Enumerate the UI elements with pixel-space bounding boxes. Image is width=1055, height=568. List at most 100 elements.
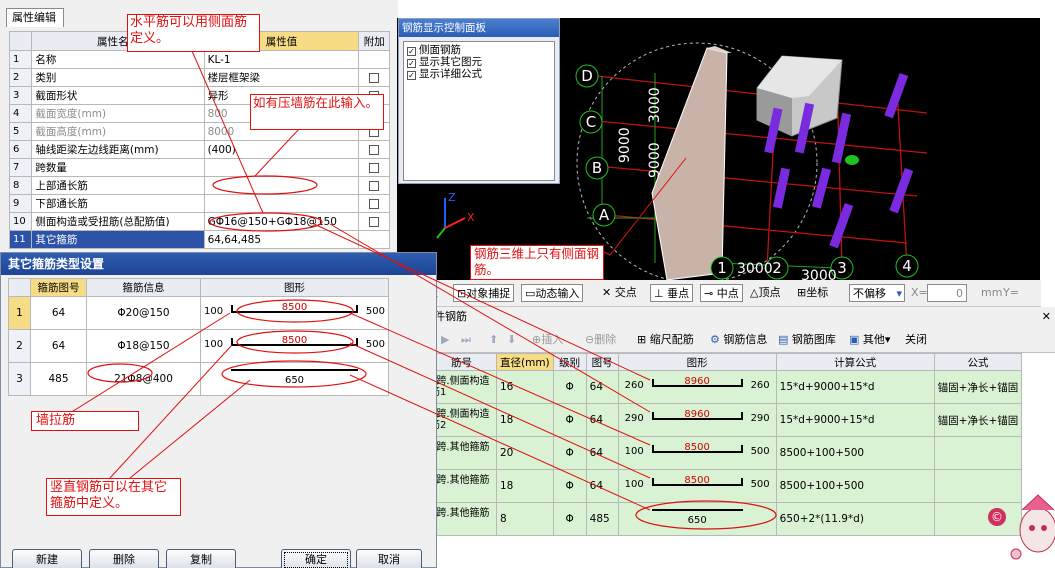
checkbox-icon[interactable]: ✓ <box>407 59 416 68</box>
intersect-button[interactable]: ✕ 交点 <box>602 284 637 302</box>
stirrup-row[interactable]: 2 64 Φ18@150 100 8500 500 <box>8 329 389 363</box>
rebar-diameter[interactable]: 16 <box>496 370 554 404</box>
delete-button[interactable]: 删除 <box>89 549 159 568</box>
stirrup-row[interactable]: 1 64 Φ20@150 100 8500 500 <box>8 296 389 330</box>
rebar-diameter[interactable]: 8 <box>496 502 554 536</box>
property-row[interactable]: 2 类别 楼层框架梁 <box>8 68 390 87</box>
coordinate-button[interactable]: ⊞坐标 <box>797 284 828 302</box>
stirrup-info[interactable]: Φ18@150 <box>86 329 201 363</box>
rebar-code[interactable]: 485 <box>585 502 619 536</box>
rebar-grade[interactable]: Φ <box>552 403 587 437</box>
rebar-code[interactable]: 64 <box>585 436 619 470</box>
property-row[interactable]: 10 侧面构造或受扭筋(总配筋值) GΦ16@150+GΦ18@150 <box>8 212 390 231</box>
ok-button[interactable]: 确定 <box>281 549 351 568</box>
rebar-diameter[interactable]: 18 <box>496 403 554 437</box>
rebar-name[interactable]: 1跨.侧面构造筋1 <box>426 370 497 404</box>
property-value[interactable]: 64,64,485 <box>203 230 360 249</box>
rebar-grade[interactable]: Φ <box>552 469 587 503</box>
perpendicular-button[interactable]: ⊥ 垂点 <box>650 284 694 302</box>
nav-next-icon[interactable]: ▶ <box>441 331 449 349</box>
property-row[interactable]: 11 其它箍筋 64,64,485 <box>8 230 390 249</box>
rebar-formula[interactable]: 650+2*(11.9*d) <box>775 502 935 536</box>
move-up-icon[interactable]: ⬆ <box>489 331 498 349</box>
checkbox-icon[interactable] <box>369 198 380 209</box>
midpoint-button[interactable]: ⊸ 中点 <box>700 284 743 302</box>
checkbox-icon[interactable]: ✓ <box>407 47 416 56</box>
rebar-formula[interactable]: 15*d+9000+15*d <box>775 370 935 404</box>
rebar-grade[interactable]: Φ <box>552 436 587 470</box>
rebar-row[interactable]: 21跨.侧面构造筋218Φ64290896029015*d+9000+15*d锚… <box>398 403 1023 437</box>
rebar-formula-desc[interactable]: 锚固+净长+锚固 <box>933 370 1023 404</box>
rebar-code[interactable]: 64 <box>585 370 619 404</box>
scale-rebar-button[interactable]: ⊞ 缩尺配筋 <box>637 331 694 349</box>
rebar-row[interactable]: 31跨.其他箍筋120Φ6410085005008500+100+500 <box>398 436 1023 470</box>
rebar-row[interactable]: 51跨.其他箍筋38Φ485650650+2*(11.9*d) <box>398 502 1023 536</box>
property-row[interactable]: 1 名称 KL-1 <box>8 50 390 69</box>
row-number: 1 <box>8 50 33 69</box>
rebar-diameter[interactable]: 20 <box>496 436 554 470</box>
property-value[interactable]: KL-1 <box>203 50 360 69</box>
rebar-library-button[interactable]: ▤ 钢筋图库 <box>778 331 836 349</box>
checkbox-icon[interactable] <box>369 162 380 173</box>
vertex-button[interactable]: △顶点 <box>750 284 780 302</box>
new-button[interactable]: 新建 <box>12 549 82 568</box>
rebar-formula[interactable]: 8500+100+500 <box>775 436 935 470</box>
rebar-grade[interactable]: Φ <box>552 370 587 404</box>
rebar-formula-desc[interactable] <box>933 436 1023 470</box>
rebar-row[interactable]: 1*1跨.侧面构造筋116Φ64260896026015*d+9000+15*d… <box>398 370 1023 404</box>
property-value[interactable]: (400) <box>203 140 360 159</box>
option-show-formula[interactable]: ✓ 显示详细公式 <box>407 68 482 81</box>
rebar-formula[interactable]: 8500+100+500 <box>775 469 935 503</box>
property-row[interactable]: 9 下部通长筋 <box>8 194 390 213</box>
property-value[interactable]: GΦ16@150+GΦ18@150 <box>203 212 360 231</box>
x-input[interactable]: 0 <box>927 284 967 302</box>
other-menu-button[interactable]: ▣ 其他▾ <box>849 331 890 349</box>
rebar-formula[interactable]: 15*d+9000+15*d <box>775 403 935 437</box>
property-row[interactable]: 8 上部通长筋 <box>8 176 390 195</box>
rebar-name[interactable]: 1跨.其他箍筋1 <box>426 436 497 470</box>
rebar-name[interactable]: 1跨.其他箍筋2 <box>426 469 497 503</box>
property-value[interactable] <box>203 158 360 177</box>
rebar-info-button[interactable]: ⚙ 钢筋信息 <box>710 331 767 349</box>
property-value[interactable] <box>203 176 360 195</box>
close-icon[interactable]: ✕ <box>1042 307 1051 327</box>
stirrup-code[interactable]: 64 <box>30 296 87 330</box>
property-row[interactable]: 6 轴线距梁左边线距离(mm) (400) <box>8 140 390 159</box>
tab-property-edit[interactable]: 属性编辑 <box>6 8 64 27</box>
cancel-button[interactable]: 取消 <box>356 549 422 568</box>
rebar-formula-desc[interactable] <box>933 502 1023 536</box>
copy-button[interactable]: 复制 <box>166 549 236 568</box>
property-extra <box>358 50 390 69</box>
property-value[interactable] <box>203 194 360 213</box>
rebar-code[interactable]: 64 <box>585 403 619 437</box>
nav-last-icon[interactable]: ⏭ <box>461 331 471 349</box>
delete-button[interactable]: ⊖删除 <box>585 331 616 349</box>
close-button[interactable]: 关闭 <box>905 331 927 349</box>
checkbox-icon[interactable] <box>369 72 380 83</box>
rebar-name[interactable]: 1跨.侧面构造筋2 <box>426 403 497 437</box>
checkbox-icon[interactable] <box>369 216 380 227</box>
rebar-row[interactable]: 41跨.其他箍筋218Φ6410085005008500+100+500 <box>398 469 1023 503</box>
stirrup-row[interactable]: 3 485 21Φ8@400 650 <box>8 362 389 396</box>
property-value[interactable]: 楼层框架梁 <box>203 68 360 87</box>
stirrup-code[interactable]: 64 <box>30 329 87 363</box>
rebar-name[interactable]: 1跨.其他箍筋3 <box>426 502 497 536</box>
object-snap-button[interactable]: ⊡对象捕捉 <box>453 284 515 302</box>
stirrup-info[interactable]: 21Φ8@400 <box>86 362 201 396</box>
checkbox-icon[interactable] <box>369 180 380 191</box>
header-num <box>8 278 31 297</box>
rebar-formula-desc[interactable]: 锚固+净长+锚固 <box>933 403 1023 437</box>
insert-button[interactable]: ⊕插入 <box>532 331 563 349</box>
property-row[interactable]: 7 跨数量 <box>8 158 390 177</box>
checkbox-icon[interactable] <box>369 144 380 155</box>
rebar-code[interactable]: 64 <box>585 469 619 503</box>
dynamic-input-button[interactable]: ▭动态输入 <box>521 284 584 302</box>
stirrup-code[interactable]: 485 <box>30 362 87 396</box>
rebar-diameter[interactable]: 18 <box>496 469 554 503</box>
checkbox-icon[interactable]: ✓ <box>407 71 416 80</box>
stirrup-info[interactable]: Φ20@150 <box>86 296 201 330</box>
move-down-icon[interactable]: ⬇ <box>507 331 516 349</box>
rebar-formula-desc[interactable] <box>933 469 1023 503</box>
offset-select[interactable]: 不偏移 ▾ <box>849 284 905 302</box>
rebar-grade[interactable]: Φ <box>552 502 587 536</box>
